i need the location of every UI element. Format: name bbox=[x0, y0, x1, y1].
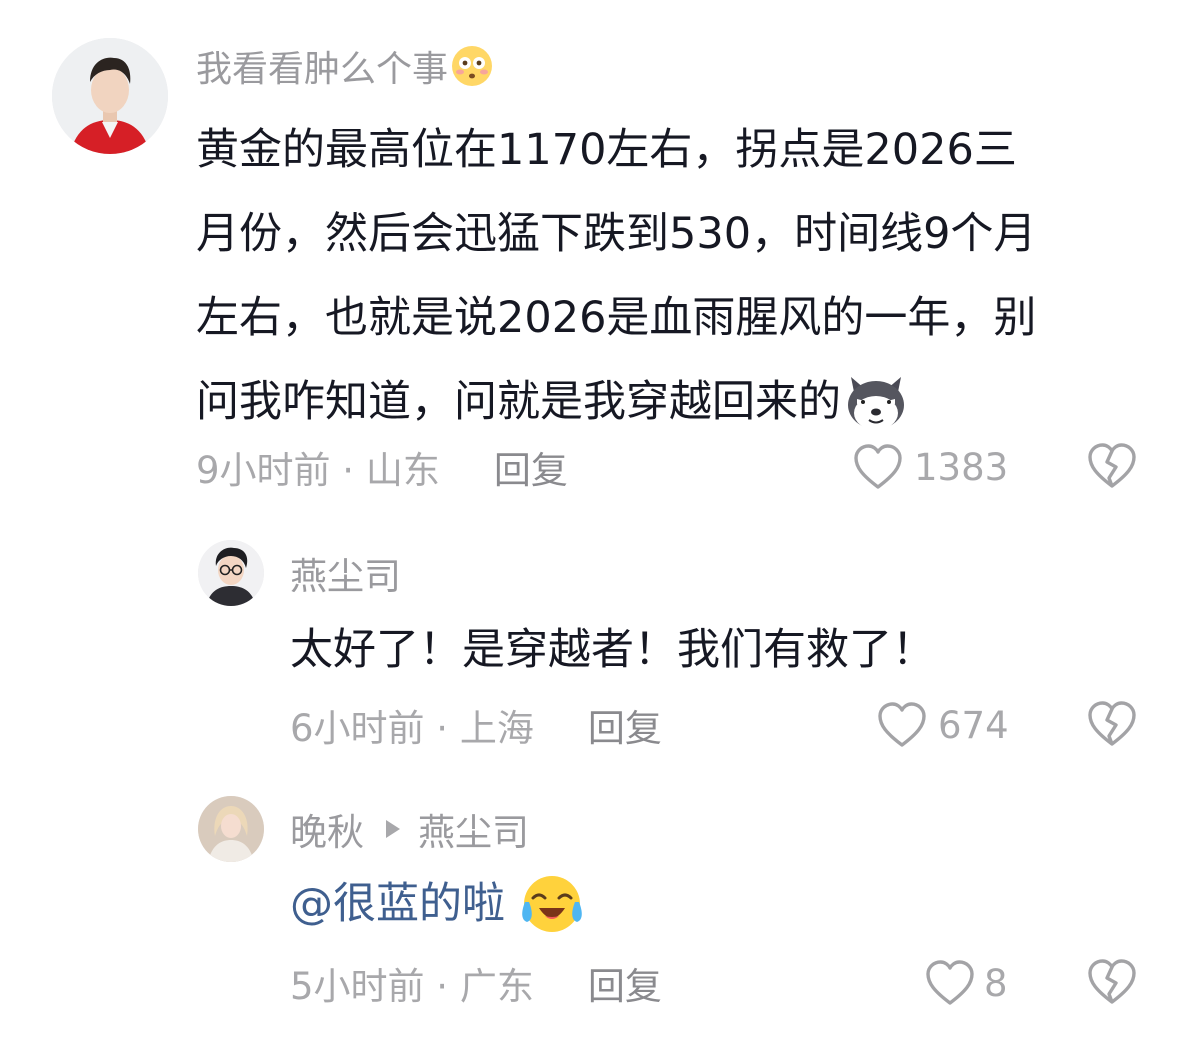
user-avatar-icon bbox=[198, 540, 264, 606]
flushed-face-emoji-icon bbox=[450, 44, 494, 88]
dislike-button[interactable] bbox=[1086, 442, 1138, 492]
like-button[interactable]: 674 bbox=[876, 698, 1009, 752]
broken-heart-icon bbox=[1088, 959, 1136, 1004]
heart-outline-icon bbox=[926, 960, 974, 1005]
comment-line: 黄金的最高位在1170左右，拐点是2026三 bbox=[196, 125, 1017, 175]
avatar[interactable] bbox=[52, 38, 168, 154]
like-count: 674 bbox=[938, 703, 1009, 747]
reply-button[interactable]: 回复 bbox=[494, 440, 568, 494]
reply-button[interactable]: 回复 bbox=[588, 956, 662, 1010]
time-location: 6小时前 · 上海 bbox=[290, 707, 534, 750]
reply-2: 晚秋 燕尘司 @很蓝的啦 5小时前 · 广东 回复 8 bbox=[0, 770, 1200, 1044]
heart-outline-icon bbox=[854, 444, 902, 489]
comment-text: @很蓝的啦 bbox=[290, 870, 1150, 938]
author-name[interactable]: 晚秋 bbox=[290, 802, 364, 856]
comment-meta: 9小时前 · 山东 回复 bbox=[196, 442, 568, 492]
like-count: 1383 bbox=[914, 445, 1009, 489]
like-button[interactable]: 1383 bbox=[852, 440, 1008, 494]
comment-author[interactable]: 我看看肿么个事 bbox=[196, 42, 494, 90]
reply-to-name[interactable]: 燕尘司 bbox=[418, 802, 529, 856]
user-avatar-icon bbox=[52, 38, 168, 154]
comment-line: 问我咋知道，问就是我穿越回来的 bbox=[196, 377, 841, 427]
comment-text: 黄金的最高位在1170左右，拐点是2026三 月份，然后会迅猛下跌到530，时间… bbox=[196, 108, 1156, 444]
author-name: 燕尘司 bbox=[290, 555, 401, 598]
avatar[interactable] bbox=[198, 540, 264, 606]
like-count: 8 bbox=[984, 961, 1008, 1005]
comment-line: 月份，然后会迅猛下跌到530，时间线9个月 bbox=[196, 209, 1037, 259]
dislike-button[interactable] bbox=[1086, 700, 1138, 750]
broken-heart-icon bbox=[1088, 443, 1136, 488]
user-avatar-icon bbox=[198, 796, 264, 862]
comment-line: 左右，也就是说2026是血雨腥风的一年，别 bbox=[196, 293, 1037, 343]
dislike-button[interactable] bbox=[1086, 958, 1138, 1008]
avatar[interactable] bbox=[198, 796, 264, 862]
crying-laughing-face-emoji-icon bbox=[519, 872, 585, 936]
comment-line: 太好了！是穿越者！我们有救了！ bbox=[290, 625, 935, 675]
comment-author: 晚秋 燕尘司 bbox=[290, 804, 529, 854]
mention-link[interactable]: @很蓝的啦 bbox=[290, 870, 505, 938]
comment-meta: 5小时前 · 广东 回复 bbox=[290, 958, 662, 1008]
heart-outline-icon bbox=[878, 702, 926, 747]
comment-meta: 6小时前 · 上海 回复 bbox=[290, 700, 662, 750]
comment-text: 太好了！是穿越者！我们有救了！ bbox=[290, 620, 1150, 680]
like-button[interactable]: 8 bbox=[924, 956, 1008, 1010]
play-triangle-icon bbox=[386, 820, 400, 838]
time-location: 5小时前 · 广东 bbox=[290, 965, 534, 1008]
comment-author[interactable]: 燕尘司 bbox=[290, 548, 401, 598]
reply-button[interactable]: 回复 bbox=[588, 698, 662, 752]
comment-1: 我看看肿么个事 黄金的最高位在1170左右，拐点是2026三 月份，然后会迅猛下… bbox=[0, 0, 1200, 510]
comment-last-line: 问我咋知道，问就是我穿越回来的 bbox=[196, 360, 1156, 444]
reply-1: 燕尘司 太好了！是穿越者！我们有救了！ 6小时前 · 上海 回复 674 bbox=[0, 510, 1200, 770]
time-location: 9小时前 · 山东 bbox=[196, 449, 440, 492]
husky-dog-emoji-icon bbox=[843, 371, 909, 433]
broken-heart-icon bbox=[1088, 701, 1136, 746]
author-name: 我看看肿么个事 bbox=[196, 49, 449, 90]
